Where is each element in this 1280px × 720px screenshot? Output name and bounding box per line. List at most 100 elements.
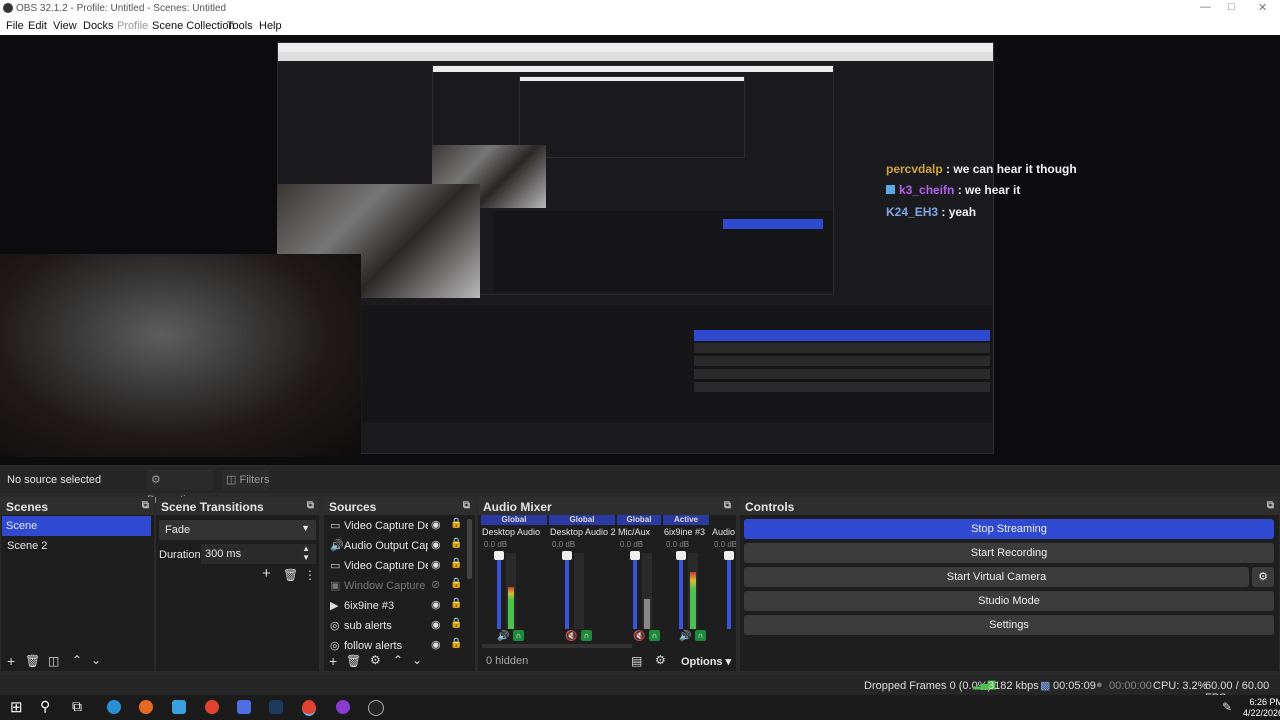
horizontal-scrollbar[interactable] [482, 644, 632, 648]
move-up-icon[interactable]: ⌃ [72, 653, 82, 667]
menu-view[interactable]: View [53, 20, 77, 32]
fader-handle[interactable] [494, 551, 504, 560]
undock-icon[interactable]: ⧉ [463, 500, 470, 511]
properties-button[interactable]: ⚙ Properties [147, 470, 213, 506]
menu-tools[interactable]: Tools [227, 20, 253, 32]
channel-name[interactable]: Desktop Audio [482, 527, 548, 539]
gear-icon[interactable]: ⚙ [370, 653, 381, 667]
menu-docks[interactable]: Docks [83, 20, 114, 32]
fader-handle[interactable] [630, 551, 640, 560]
volume-fader[interactable] [676, 551, 686, 629]
speaker-muted-icon[interactable]: 🔇 [565, 631, 577, 642]
lock-icon[interactable]: 🔒 [450, 578, 462, 589]
app-icon-2[interactable] [237, 700, 251, 714]
lock-icon[interactable]: 🔒 [450, 638, 462, 649]
start-recording-button[interactable]: Start Recording [744, 543, 1274, 563]
menu-scene-collection[interactable]: Scene Collection [152, 20, 235, 32]
source-item[interactable]: ▣ Window Capture ⊘ 🔒 [324, 576, 464, 596]
filters-button[interactable]: ◫ Filters [222, 470, 270, 490]
channel-mode-badge[interactable]: Global [481, 515, 547, 525]
scrollbar[interactable] [467, 519, 472, 579]
chrome-icon[interactable] [205, 700, 219, 714]
duration-field[interactable]: 300 ms ▲ ▼ [201, 544, 316, 564]
eye-icon[interactable]: ◉ [431, 558, 441, 571]
volume-fader[interactable] [724, 551, 734, 629]
app-icon[interactable] [172, 700, 186, 714]
maximize-icon[interactable]: □ [1228, 1, 1235, 13]
lock-icon[interactable]: 🔒 [450, 598, 462, 609]
studio-mode-button[interactable]: Studio Mode [744, 591, 1274, 611]
filter-icon[interactable]: ◫ [48, 654, 59, 668]
channel-mode-badge[interactable]: Global [617, 515, 661, 525]
source-item[interactable]: 🔊Audio Output Capture◉ 🔒 [324, 536, 464, 556]
fader-handle[interactable] [562, 551, 572, 560]
menu-profile[interactable]: Profile [117, 20, 148, 32]
move-down-icon[interactable]: ⌄ [91, 653, 101, 667]
channel-name[interactable]: Mic/Aux [618, 527, 662, 539]
headphones-icon[interactable]: ∩ [513, 630, 524, 641]
speaker-icon[interactable]: 🔊 [679, 631, 691, 642]
source-item[interactable]: ◎ follow alerts ◉ 🔒 [324, 636, 464, 651]
app-icon-3[interactable] [336, 700, 350, 714]
channel-name[interactable]: 6ix9ine #3 [664, 527, 710, 539]
scene-item[interactable]: Scene 2 [1, 536, 154, 556]
task-view-icon[interactable]: ⧉ [72, 698, 82, 715]
source-item[interactable]: ◎ sub alerts ◉ 🔒 [324, 616, 464, 636]
edge-icon[interactable] [107, 700, 121, 714]
pen-icon[interactable]: ✎ [1222, 700, 1232, 714]
headphones-icon[interactable]: ∩ [695, 630, 706, 641]
undock-icon[interactable]: ⧉ [1267, 500, 1274, 511]
lock-icon[interactable]: 🔒 [450, 558, 462, 569]
trash-icon[interactable]: 🗑 [25, 654, 40, 668]
lock-icon[interactable]: 🔒 [450, 518, 462, 529]
channel-name[interactable]: Audio [712, 527, 736, 539]
eye-icon[interactable]: ◉ [431, 598, 441, 611]
windows-start-icon[interactable]: ⊞ [10, 698, 23, 716]
speaker-muted-icon[interactable]: 🔇 [633, 631, 645, 642]
headphones-icon[interactable]: ∩ [581, 630, 592, 641]
eye-icon[interactable]: ◉ [431, 638, 441, 651]
eye-icon[interactable]: ◉ [431, 538, 441, 551]
add-icon[interactable]: + [262, 565, 271, 582]
move-down-icon[interactable]: ⌄ [412, 653, 422, 667]
menu-file[interactable]: File [6, 20, 24, 32]
volume-fader[interactable] [494, 551, 504, 629]
volume-fader[interactable] [562, 551, 572, 629]
add-icon[interactable]: + [7, 653, 15, 669]
source-item[interactable]: ▭Video Capture Device◉ 🔒 [324, 556, 464, 576]
trash-icon[interactable]: 🗑 [346, 654, 361, 668]
obs-taskbar-icon[interactable] [368, 700, 384, 716]
advanced-audio-icon[interactable]: ⚙ [655, 653, 666, 667]
start-virtual-camera-button[interactable]: Start Virtual Camera [744, 567, 1249, 587]
lock-icon[interactable]: 🔒 [450, 538, 462, 549]
fader-handle[interactable] [676, 551, 686, 560]
add-icon[interactable]: + [329, 653, 337, 669]
search-icon[interactable]: ⚲ [40, 698, 50, 715]
undock-icon[interactable]: ⧉ [724, 500, 731, 511]
channel-mode-badge[interactable]: Active [663, 515, 709, 525]
menu-help[interactable]: Help [259, 20, 282, 32]
virtual-camera-settings-button[interactable]: ⚙ [1252, 567, 1274, 587]
minimize-icon[interactable]: — [1200, 1, 1211, 13]
channel-mode-badge[interactable] [711, 515, 736, 525]
lock-icon[interactable]: 🔒 [450, 618, 462, 629]
firefox-icon[interactable] [139, 700, 153, 714]
channel-mode-badge[interactable]: Global [549, 515, 615, 525]
trash-icon[interactable]: 🗑 [283, 568, 298, 582]
preview-canvas[interactable]: percvdalp : we can hear it though k3_che… [0, 35, 1280, 465]
eye-hidden-icon[interactable]: ⊘ [431, 578, 440, 591]
menu-edit[interactable]: Edit [28, 20, 47, 32]
headphones-icon[interactable]: ∩ [649, 630, 660, 641]
move-up-icon[interactable]: ⌃ [393, 653, 403, 667]
fader-handle[interactable] [724, 551, 734, 560]
settings-button[interactable]: Settings [744, 615, 1274, 635]
chrome-icon-active[interactable] [302, 700, 316, 716]
speaker-icon[interactable]: 🔊 [497, 631, 509, 642]
scene-item[interactable]: Scene [2, 516, 151, 536]
eye-icon[interactable]: ◉ [431, 618, 441, 631]
clock[interactable]: 6:26 PM 4/22/2026 [1243, 697, 1280, 719]
stop-streaming-button[interactable]: Stop Streaming [744, 519, 1274, 539]
eye-icon[interactable]: ◉ [431, 518, 441, 531]
options-button[interactable]: Options ▾ [681, 655, 731, 668]
channel-name[interactable]: Desktop Audio 2 [550, 527, 616, 539]
